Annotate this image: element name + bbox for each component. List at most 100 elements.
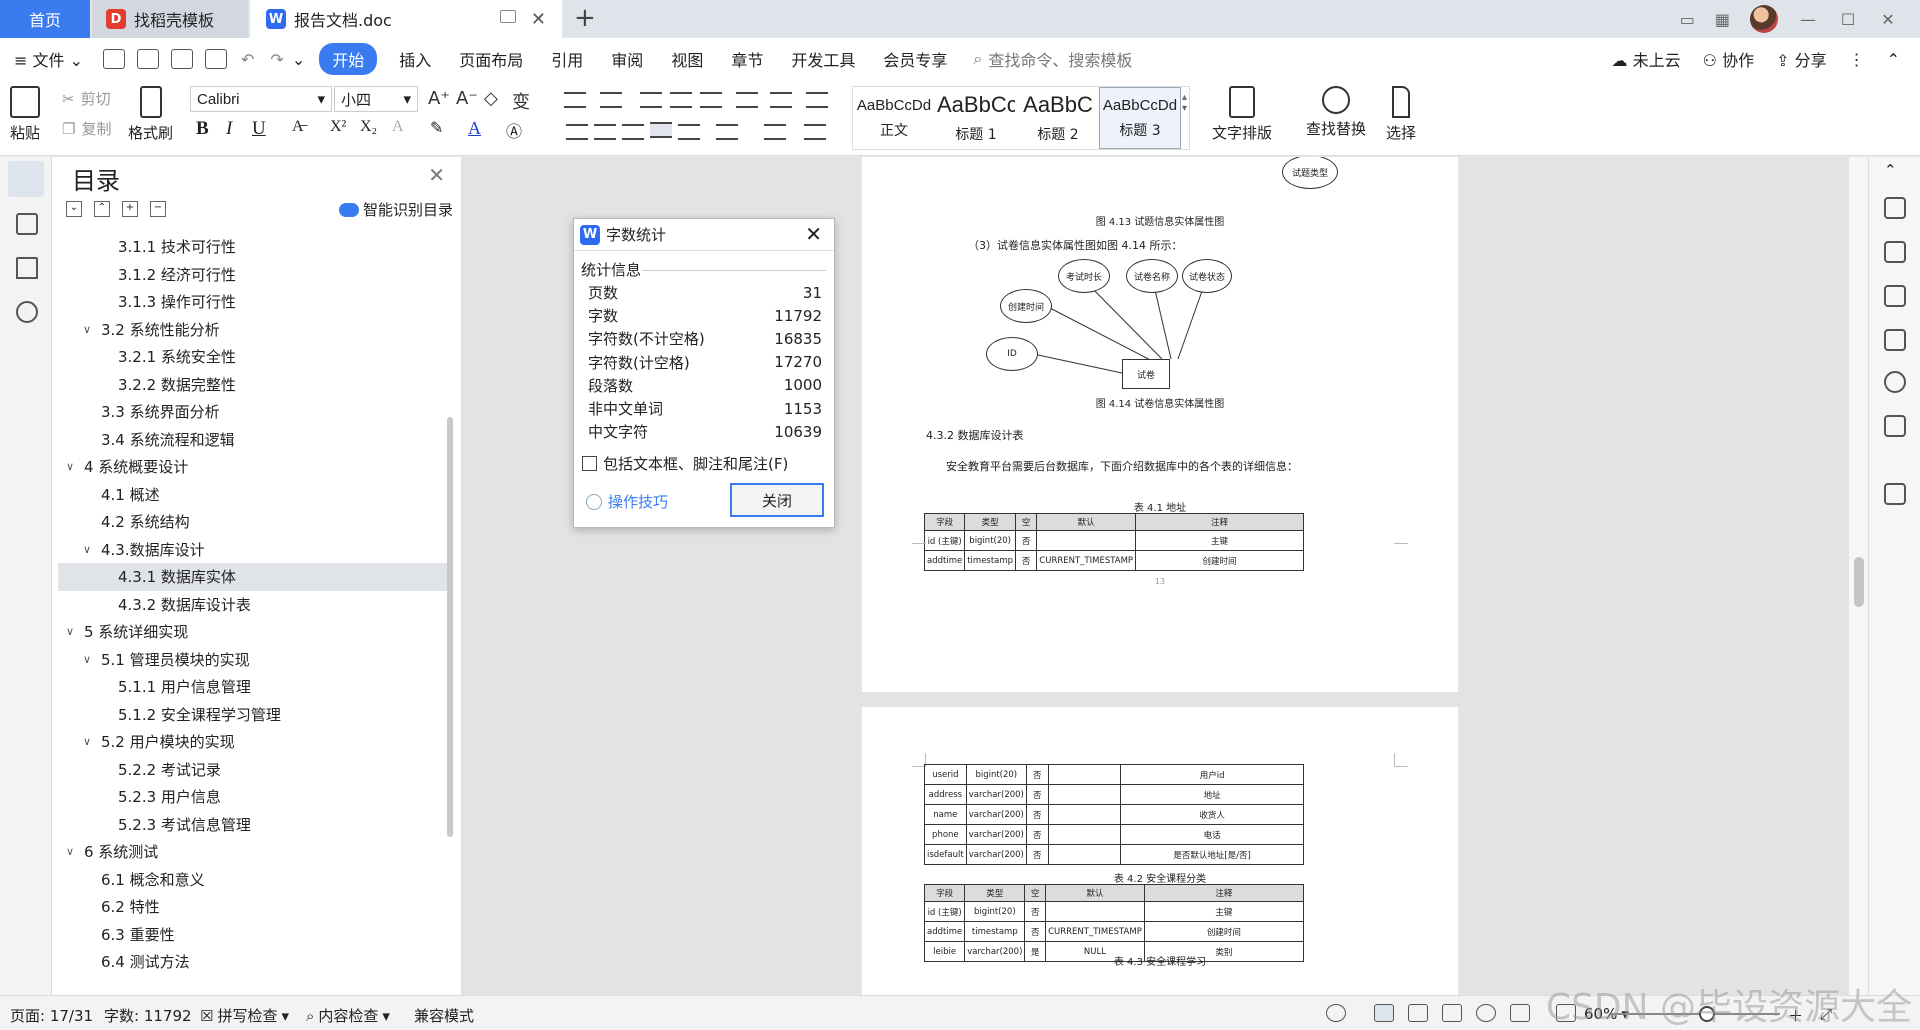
tab-template[interactable]: D 找稻壳模板 [92,0,248,38]
toc-scrollbar[interactable] [447,417,453,837]
save-icon[interactable] [103,49,126,69]
dialog-header[interactable]: W 字数统计 [574,219,834,251]
toc-item[interactable]: 3.1.2 经济可行性 [58,261,450,289]
font-size-select[interactable]: 小四 ▾ [334,86,418,112]
menu-home[interactable]: 开始 [319,43,378,75]
print-icon[interactable] [171,49,194,69]
toc-panel-icon[interactable] [8,161,44,197]
toc-item[interactable]: 6.1 概念和意义 [58,866,450,894]
toc-item[interactable]: 6.3 重要性 [58,921,450,949]
minimize-button[interactable]: — [1798,10,1818,29]
toc-item[interactable]: 4.1 概述 [58,481,450,509]
edit-pen-icon[interactable] [1884,197,1906,219]
tab-document[interactable]: W 报告文档.doc ✕ [250,0,562,38]
export-pdf-icon[interactable] [137,49,160,69]
toc-item[interactable]: 6.4 测试方法 [58,948,450,976]
toc-item[interactable]: 3.1.3 操作可行性 [58,288,450,316]
quick-access-dropdown-icon[interactable]: ⌄ [292,50,305,69]
highlight-icon[interactable]: ✎ [430,118,443,138]
clear-format-icon[interactable]: ◇ [484,88,498,109]
menu-insert[interactable]: 插入 [385,47,445,71]
subscript-icon[interactable]: X₂ [360,118,377,136]
increase-indent-icon[interactable] [670,92,692,108]
select-button[interactable]: 选择 [1386,86,1416,143]
page-indicator[interactable]: 页面: 17/31 [10,1005,93,1026]
menu-section[interactable]: 章节 [717,47,777,71]
spell-check-button[interactable]: ☒ 拼写检查 ▾ [200,1005,289,1026]
restore-button[interactable]: ☐ [1838,10,1858,29]
justify-icon[interactable] [650,122,672,138]
vertical-scrollbar[interactable] [1848,157,1868,995]
share-button[interactable]: ⇪ 分享 [1776,47,1827,71]
word-count-indicator[interactable]: 字数: 11792 [104,1005,192,1026]
chevron-down-icon[interactable]: ∨ [83,543,101,556]
style-heading-2[interactable]: AaBbC 标题 2 [1017,87,1099,149]
toc-item[interactable]: 5.2.3 考试信息管理 [58,811,450,839]
phonetic-icon[interactable]: 变 [512,88,530,114]
menu-developer[interactable]: 开发工具 [777,47,869,71]
copy-button[interactable]: ❐ 复制 [62,118,111,139]
rocket-icon[interactable] [1884,483,1906,505]
redo-icon[interactable]: ↷ [270,50,283,69]
bookmark-icon[interactable] [16,257,38,279]
format-painter-button[interactable]: 格式刷 [128,86,173,143]
toc-item[interactable]: 3.3 系统界面分析 [58,398,450,426]
line-spacing-icon[interactable] [716,124,738,140]
collapse-sidebar-icon[interactable]: ⌃ [1884,161,1906,183]
numbered-list-icon[interactable] [600,92,622,108]
menu-page-layout[interactable]: 页面布局 [445,47,537,71]
text-layout-button[interactable]: 文字排版 [1212,86,1272,143]
chinese-layout-icon[interactable] [700,92,722,108]
align-right-icon[interactable] [622,124,644,140]
chevron-down-icon[interactable]: ∨ [83,323,101,336]
font-name-select[interactable]: Calibri ▾ [190,86,332,112]
close-tab-icon[interactable]: ✕ [531,9,546,30]
toc-item[interactable]: 3.4 系统流程和逻辑 [58,426,450,454]
bullet-list-icon[interactable] [564,92,586,108]
search-icon[interactable] [16,301,38,323]
toc-item[interactable]: ∨ 4.3.数据库设计 [58,536,450,564]
float-window-icon[interactable] [500,10,516,23]
print-preview-icon[interactable] [205,49,228,69]
toc-item[interactable]: 5.1.2 安全课程学习管理 [58,701,450,729]
italic-button[interactable]: I [226,118,232,140]
eye-protection-icon[interactable] [1326,1004,1346,1022]
chevron-down-icon[interactable]: ∨ [66,845,84,858]
remove-entry-icon[interactable]: − [150,201,166,217]
close-icon[interactable]: ✕ [428,163,445,187]
chevron-down-icon[interactable]: ∨ [83,735,101,748]
toc-item[interactable]: ∨ 5 系统详细实现 [58,618,450,646]
table-icon[interactable] [806,92,828,108]
close-icon[interactable]: ✕ [805,222,822,246]
close-button[interactable]: 关闭 [730,483,824,517]
adjust-icon[interactable] [1884,285,1906,307]
smart-toc-button[interactable]: 智能识别目录 [338,199,453,220]
toc-item[interactable]: 5.1.1 用户信息管理 [58,673,450,701]
command-search[interactable]: ⌕ 查找命令、搜索模板 [973,47,1132,71]
superscript-icon[interactable]: X² [330,118,346,136]
cut-button[interactable]: ✂ 剪切 [62,88,111,109]
document-page[interactable]: 试题类型 图 4.13 试题信息实体属性图 （3）试卷信息实体属性图如图 4.1… [862,157,1458,692]
add-tab-button[interactable]: + [574,3,596,33]
collapse-all-icon[interactable]: ⌄ [66,201,82,217]
more-icon[interactable]: ⋮ [1849,50,1865,69]
include-textbox-checkbox[interactable]: 包括文本框、脚注和尾注(F) [582,453,788,474]
borders-icon[interactable] [804,124,826,140]
file-menu[interactable]: ≡ 文件 ⌄ [0,47,97,71]
text-effect-icon[interactable]: A [392,118,404,136]
style-heading-1[interactable]: AaBbCc 标题 1 [935,87,1017,149]
toc-item[interactable]: 3.2.1 系统安全性 [58,343,450,371]
add-entry-icon[interactable]: + [122,201,138,217]
menu-member[interactable]: 会员专享 [869,47,961,71]
style-heading-3[interactable]: AaBbCcDd 标题 3 [1099,87,1181,149]
distributed-icon[interactable] [678,124,700,140]
align-left-icon[interactable] [566,124,588,140]
paste-button[interactable]: 粘贴 [10,86,40,143]
outline-view-icon[interactable] [1408,1004,1428,1022]
scroll-thumb[interactable] [1854,557,1864,607]
toc-item[interactable]: 3.2.2 数据完整性 [58,371,450,399]
toc-item[interactable]: ∨ 5.2 用户模块的实现 [58,728,450,756]
style-scroll-icon[interactable]: ▴ ▾ [1182,92,1187,114]
toc-item[interactable]: 4.3.1 数据库实体 [58,563,450,591]
chevron-down-icon[interactable]: ∨ [83,653,101,666]
